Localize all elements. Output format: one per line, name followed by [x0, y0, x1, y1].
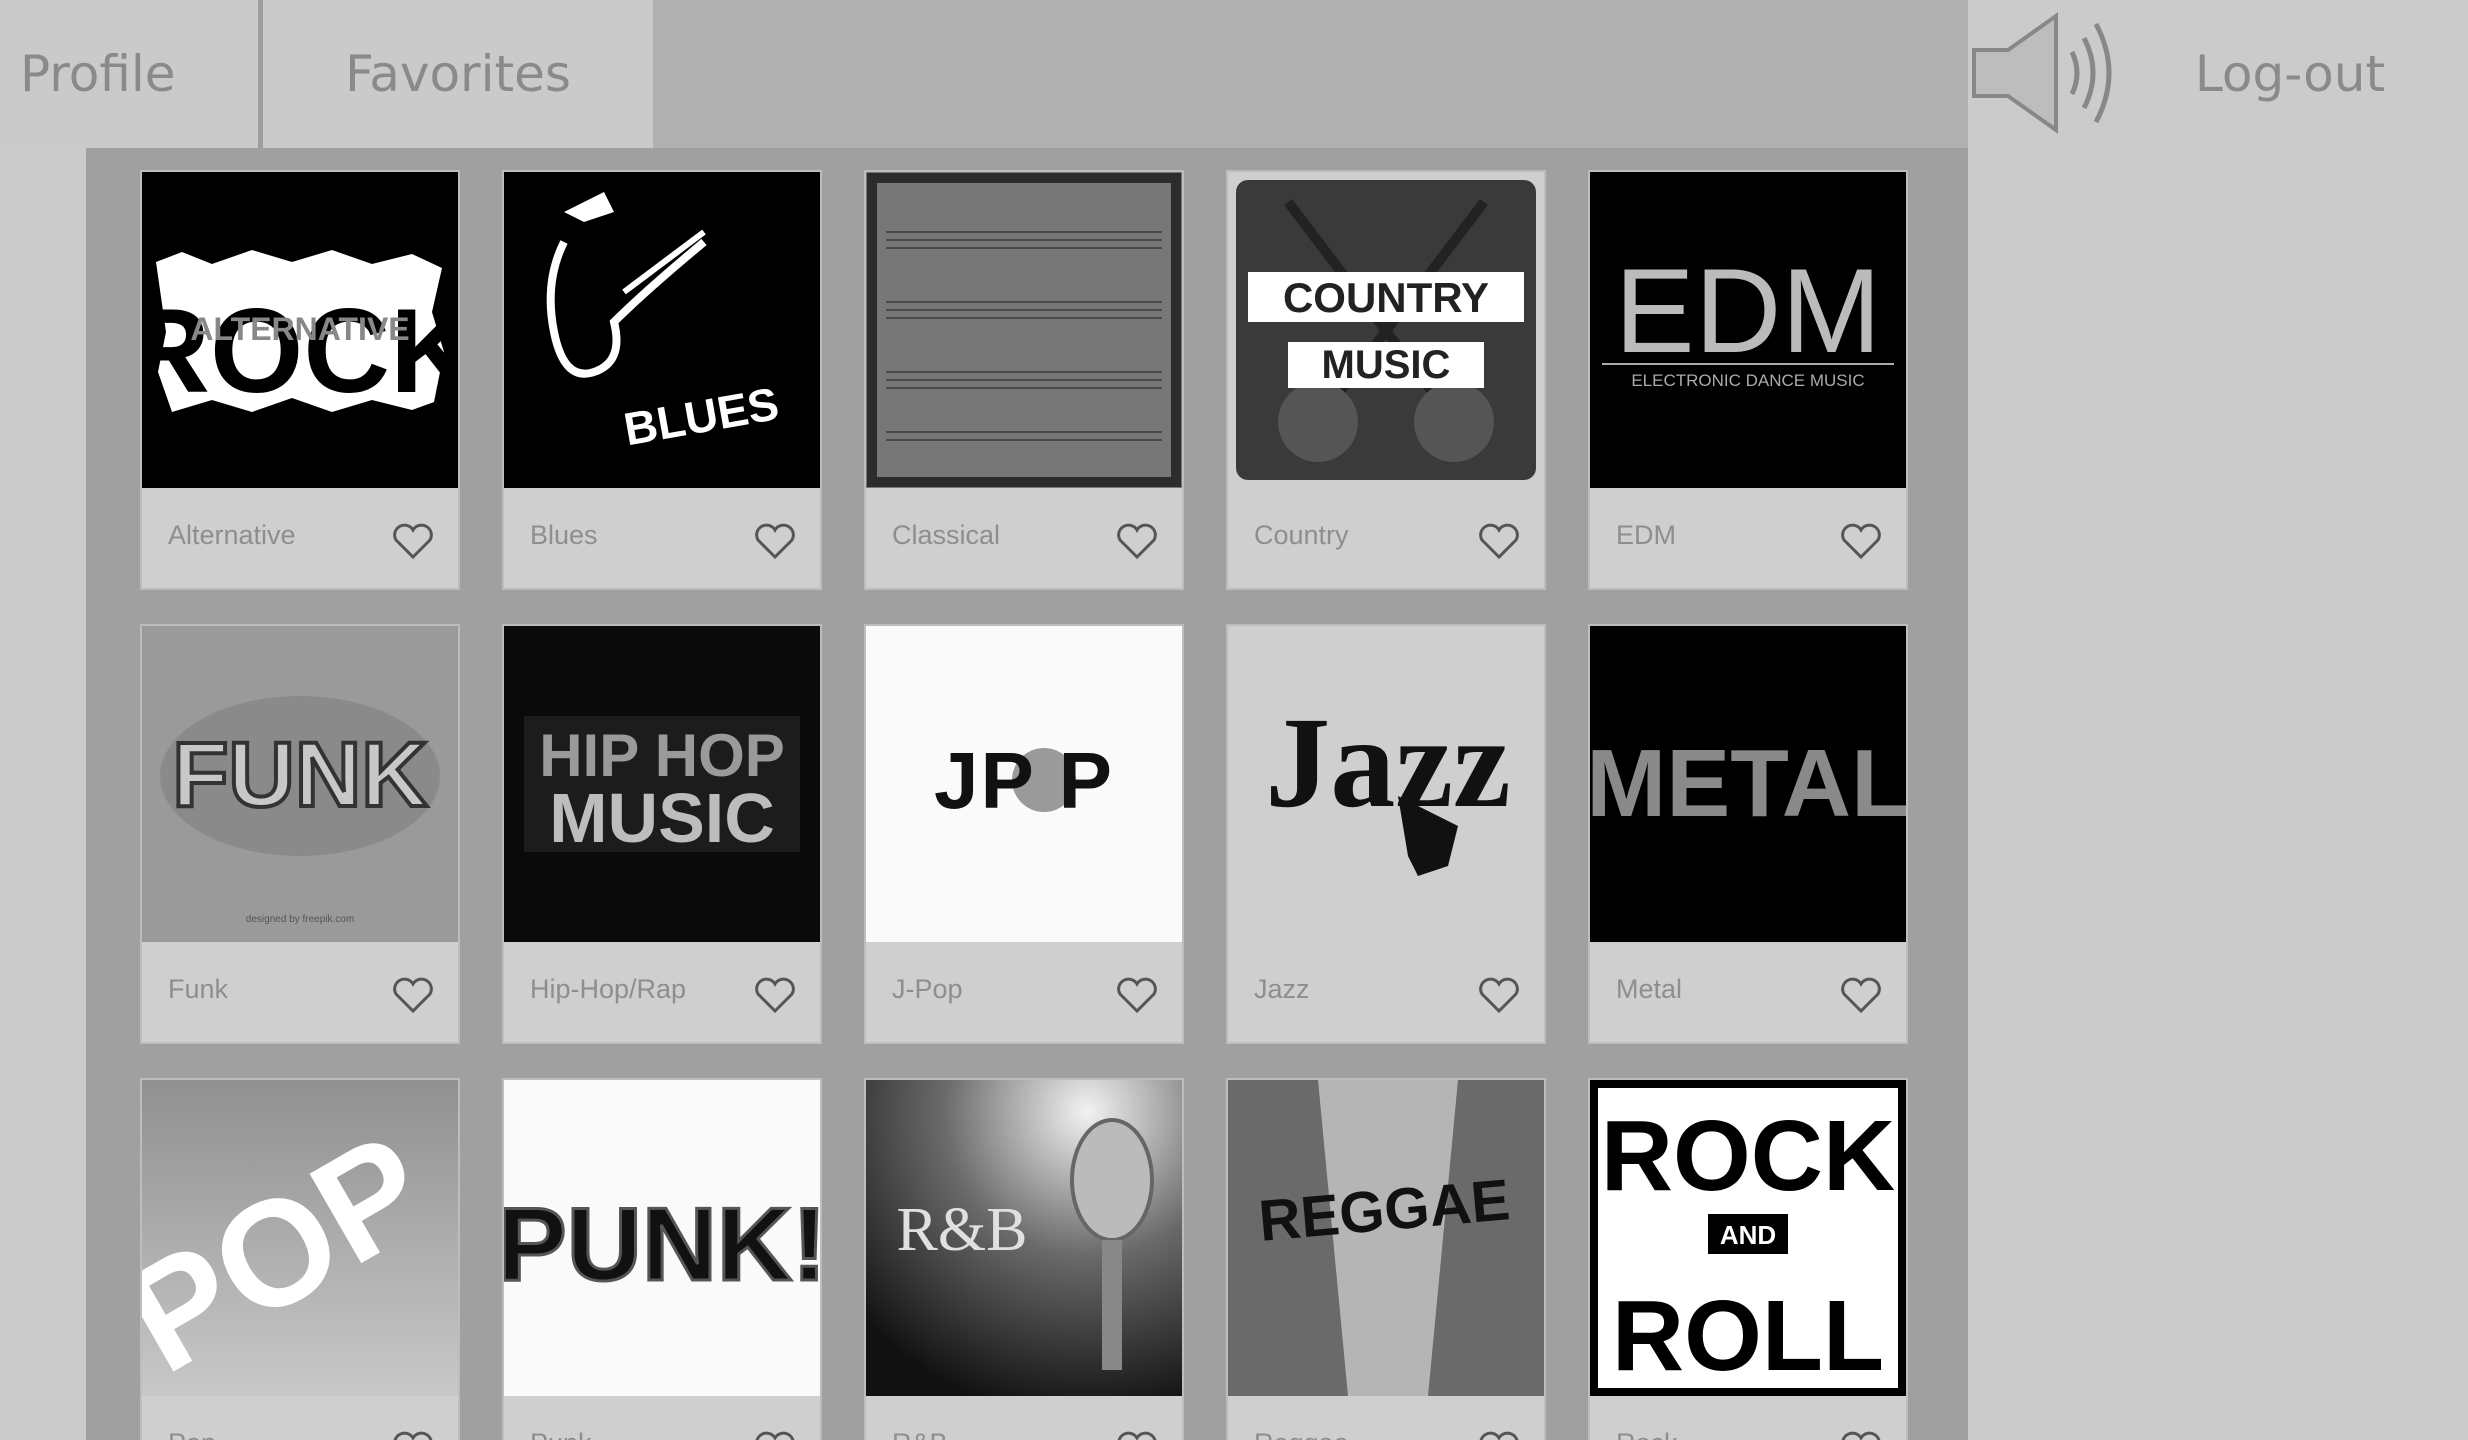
genre-label: Metal — [1616, 974, 1683, 1004]
tab-profile[interactable]: Profile — [0, 0, 258, 148]
heart-icon[interactable] — [754, 522, 796, 560]
genre-label: Rock — [1616, 1428, 1678, 1440]
tab-favorites[interactable]: Favorites — [263, 0, 653, 148]
genre-label: Pop — [168, 1428, 216, 1440]
heart-icon[interactable] — [392, 522, 434, 560]
genre-card-edm[interactable]: EDM ELECTRONIC DANCE MUSIC EDM — [1588, 170, 1908, 590]
heart-icon[interactable] — [1478, 522, 1520, 560]
genre-art-metal: METAL — [1590, 626, 1906, 942]
rock-art-midtext: AND — [1720, 1220, 1776, 1250]
genre-art-blues: BLUES — [504, 172, 820, 488]
genre-art-reggae: REGGAE — [1228, 1080, 1544, 1396]
punk-art-text: PUNK! — [504, 1187, 820, 1303]
rock-art-subtext: ROLL — [1612, 1280, 1884, 1392]
genre-label: Country — [1254, 520, 1349, 550]
pop-art-text: POP — [142, 1100, 455, 1396]
genre-art-jazz: Jazz — [1228, 626, 1544, 942]
genre-card-pop[interactable]: POP Pop — [140, 1078, 460, 1440]
rnb-art-text: R&B — [897, 1196, 1028, 1264]
heart-icon[interactable] — [1840, 1430, 1882, 1440]
genre-art-country: COUNTRY MUSIC — [1228, 172, 1544, 488]
genre-card-reggae[interactable]: REGGAE Reggae — [1226, 1078, 1546, 1440]
heart-icon[interactable] — [754, 1430, 796, 1440]
speaker-volume-icon[interactable] — [1968, 12, 2118, 134]
genre-card-rock[interactable]: ROCK AND ROLL Rock — [1588, 1078, 1908, 1440]
genre-art-alternative: ROCK ALTERNATIVE — [142, 172, 458, 488]
genre-art-rock: ROCK AND ROLL — [1590, 1080, 1906, 1396]
genre-art-r-and-b: R&B — [866, 1080, 1182, 1396]
genre-label: Punk — [530, 1428, 592, 1440]
genre-label: R&B — [892, 1428, 948, 1440]
reggae-art-text: REGGAE — [1256, 1167, 1512, 1254]
genre-card-blues[interactable]: BLUES Blues — [502, 170, 822, 590]
metal-art-text: METAL — [1590, 730, 1906, 837]
heart-icon[interactable] — [1116, 976, 1158, 1014]
funk-art-text: FUNK — [172, 724, 428, 826]
genre-art-edm: EDM ELECTRONIC DANCE MUSIC — [1590, 172, 1906, 488]
genre-art-funk: FUNK designed by freepik.com — [142, 626, 458, 942]
genre-label: Funk — [168, 974, 229, 1004]
genre-card-punk[interactable]: PUNK! Punk — [502, 1078, 822, 1440]
heart-icon[interactable] — [1116, 522, 1158, 560]
genre-card-r-and-b[interactable]: R&B R&B — [864, 1078, 1184, 1440]
blues-art-text: BLUES — [620, 377, 783, 455]
heart-icon[interactable] — [392, 1430, 434, 1440]
country-art-subtext: MUSIC — [1322, 343, 1451, 387]
alt-art-subtext: ALTERNATIVE — [190, 311, 409, 347]
country-art-text: COUNTRY — [1283, 274, 1489, 321]
heart-icon[interactable] — [1478, 976, 1520, 1014]
genre-card-jazz[interactable]: Jazz Jazz — [1226, 624, 1546, 1044]
genre-card-funk[interactable]: FUNK designed by freepik.com Funk — [140, 624, 460, 1044]
genre-label: Classical — [892, 520, 1001, 550]
heart-icon[interactable] — [1840, 522, 1882, 560]
genre-label: Reggae — [1254, 1428, 1349, 1440]
genre-art-classical — [866, 172, 1182, 488]
genre-card-alternative[interactable]: ROCK ALTERNATIVE Alternative — [140, 170, 460, 590]
edm-art-text: EDM — [1615, 244, 1882, 378]
heart-icon[interactable] — [1840, 976, 1882, 1014]
funk-art-subtext: designed by freepik.com — [246, 914, 354, 925]
genre-label: Alternative — [168, 520, 296, 550]
logout-button[interactable]: Log-out — [2140, 0, 2440, 148]
genre-label: EDM — [1616, 520, 1676, 550]
jazz-art-text: Jazz — [1265, 691, 1510, 835]
genre-art-punk: PUNK! — [504, 1080, 820, 1396]
alt-art-text: ROCK — [142, 284, 458, 418]
genre-label: J-Pop — [892, 974, 963, 1004]
genre-art-pop: POP — [142, 1080, 458, 1396]
heart-icon[interactable] — [754, 976, 796, 1014]
edm-art-subtext: ELECTRONIC DANCE MUSIC — [1631, 371, 1864, 390]
heart-icon[interactable] — [392, 976, 434, 1014]
genre-card-j-pop[interactable]: JP P J-Pop — [864, 624, 1184, 1044]
rock-art-text: ROCK — [1601, 1100, 1895, 1212]
genre-art-hip-hop: HIP HOP MUSIC — [504, 626, 820, 942]
genre-panel: ROCK ALTERNATIVE Alternative BLUES Blues — [86, 148, 1968, 1440]
jpop-art-text: JP P — [934, 736, 1114, 825]
genre-grid: ROCK ALTERNATIVE Alternative BLUES Blues — [140, 170, 1908, 1440]
genre-card-classical[interactable]: Classical — [864, 170, 1184, 590]
genre-card-metal[interactable]: METAL Metal — [1588, 624, 1908, 1044]
genre-card-hip-hop[interactable]: HIP HOP MUSIC Hip-Hop/Rap — [502, 624, 822, 1044]
genre-label: Hip-Hop/Rap — [530, 974, 687, 1004]
genre-label: Jazz — [1254, 974, 1310, 1004]
heart-icon[interactable] — [1478, 1430, 1520, 1440]
heart-icon[interactable] — [1116, 1430, 1158, 1440]
genre-art-j-pop: JP P — [866, 626, 1182, 942]
genre-card-country[interactable]: COUNTRY MUSIC Country — [1226, 170, 1546, 590]
genre-label: Blues — [530, 520, 598, 550]
top-nav-bar: Profile Favorites — [0, 0, 1968, 148]
hiphop-art-subtext: MUSIC — [549, 779, 775, 857]
